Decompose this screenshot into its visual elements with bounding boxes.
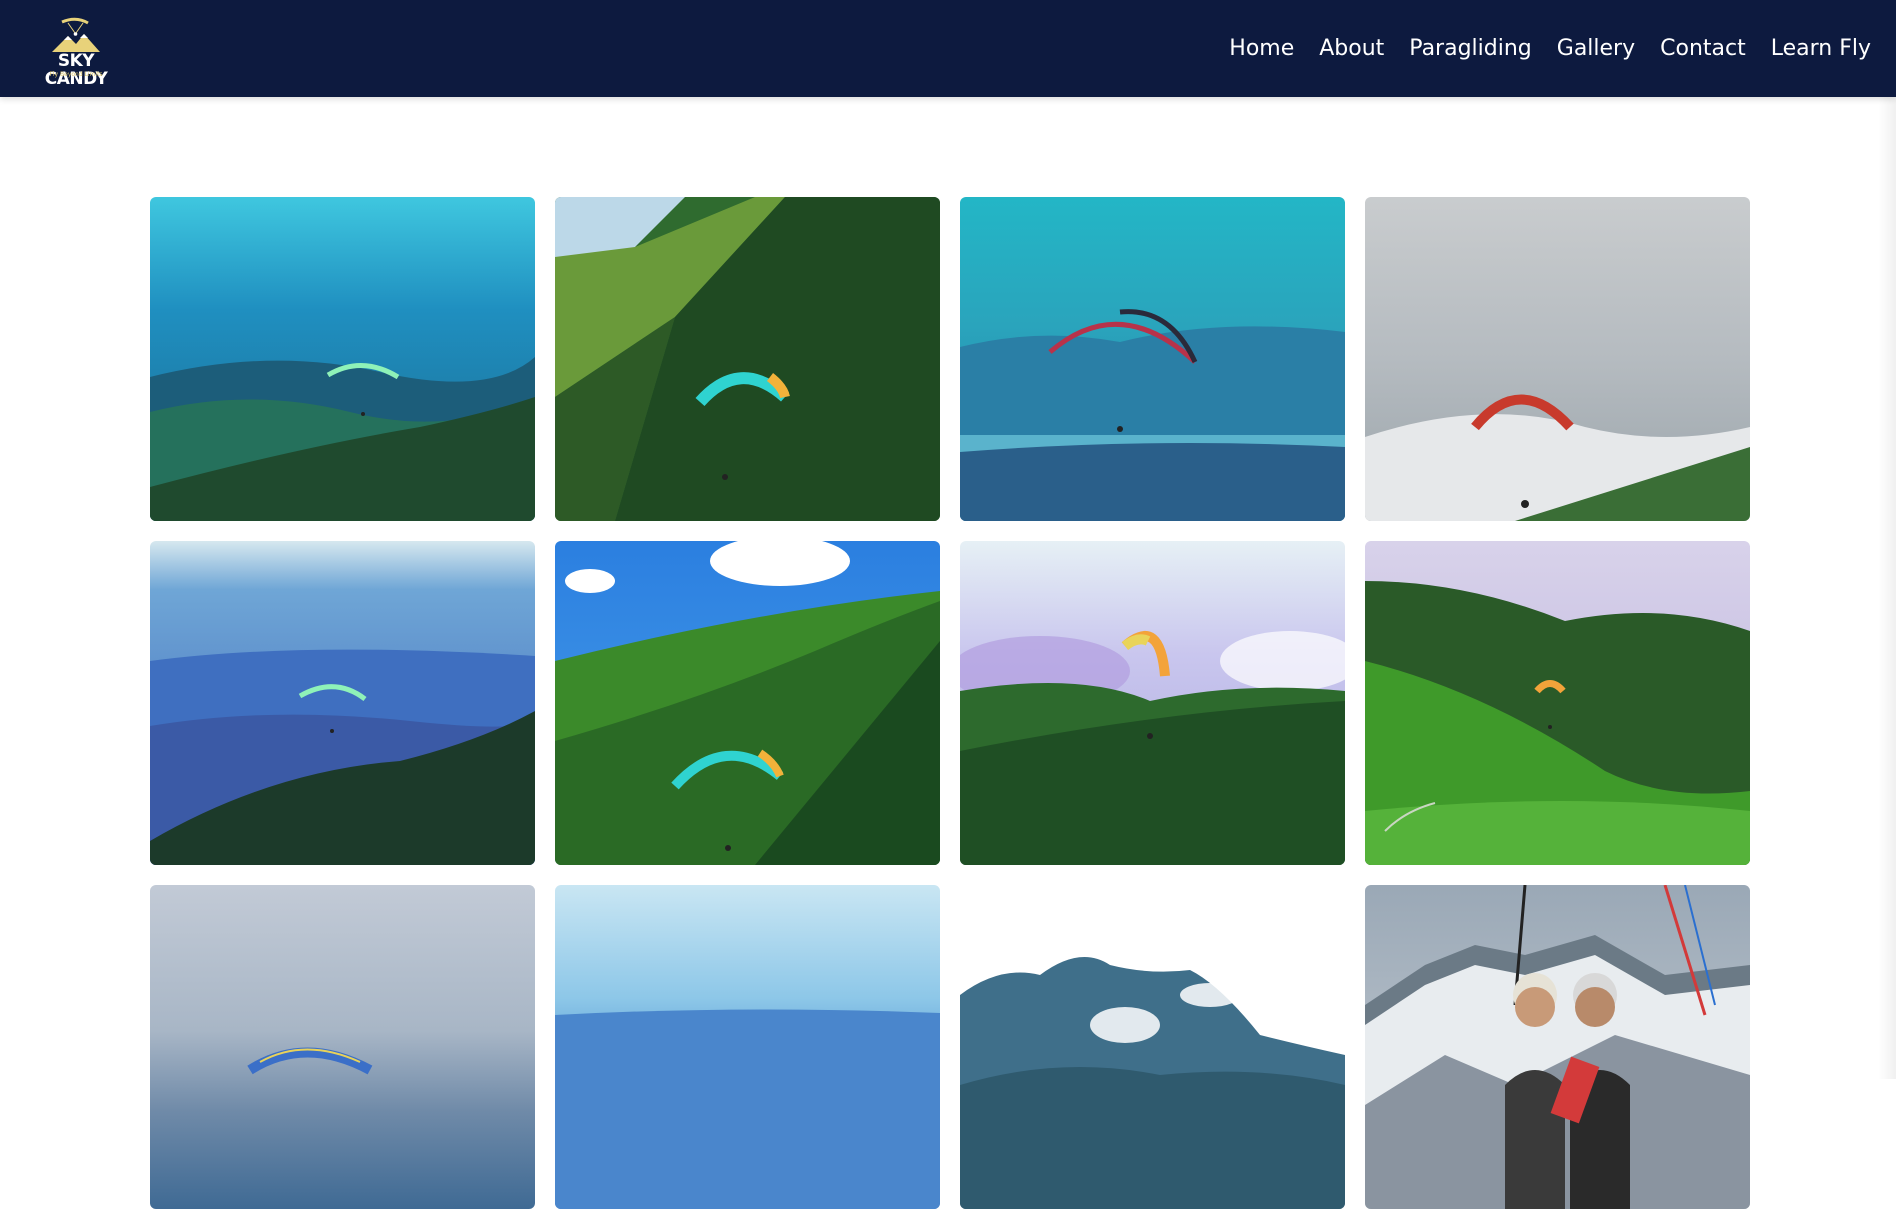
gallery-photo-9[interactable] (150, 885, 535, 1209)
mountain-paraglider-icon (52, 17, 100, 52)
nav-learn-fly[interactable]: Learn Fly (1771, 36, 1871, 61)
gallery-photo-7[interactable] (960, 541, 1345, 865)
gallery-photo-6[interactable] (555, 541, 940, 865)
gallery-photo-8[interactable] (1365, 541, 1750, 865)
gallery-photo-11[interactable] (960, 885, 1345, 1209)
site-header: SKY CANDY Fly Beyond Limits Home About P… (0, 0, 1896, 97)
main-nav: Home About Paragliding Gallery Contact L… (1229, 0, 1871, 97)
nav-contact[interactable]: Contact (1660, 36, 1746, 61)
brand-name: SKY CANDY (44, 51, 108, 89)
gallery-photo-2[interactable] (555, 197, 940, 521)
gallery-photo-4[interactable] (1365, 197, 1750, 521)
gallery-photo-12[interactable] (1365, 885, 1750, 1209)
page-edge-shade (1878, 97, 1896, 1079)
gallery-photo-5[interactable] (150, 541, 535, 865)
nav-gallery[interactable]: Gallery (1557, 36, 1635, 61)
gallery-photo-1[interactable] (150, 197, 535, 521)
brand-tagline: Fly Beyond Limits (49, 71, 103, 78)
nav-about[interactable]: About (1319, 36, 1384, 61)
nav-paragliding[interactable]: Paragliding (1409, 36, 1531, 61)
brand-logo[interactable]: SKY CANDY Fly Beyond Limits (28, 14, 124, 88)
gallery-photo-10[interactable] (555, 885, 940, 1209)
photo-gallery (150, 197, 1751, 1209)
gallery-photo-3[interactable] (960, 197, 1345, 521)
nav-home[interactable]: Home (1229, 36, 1294, 61)
